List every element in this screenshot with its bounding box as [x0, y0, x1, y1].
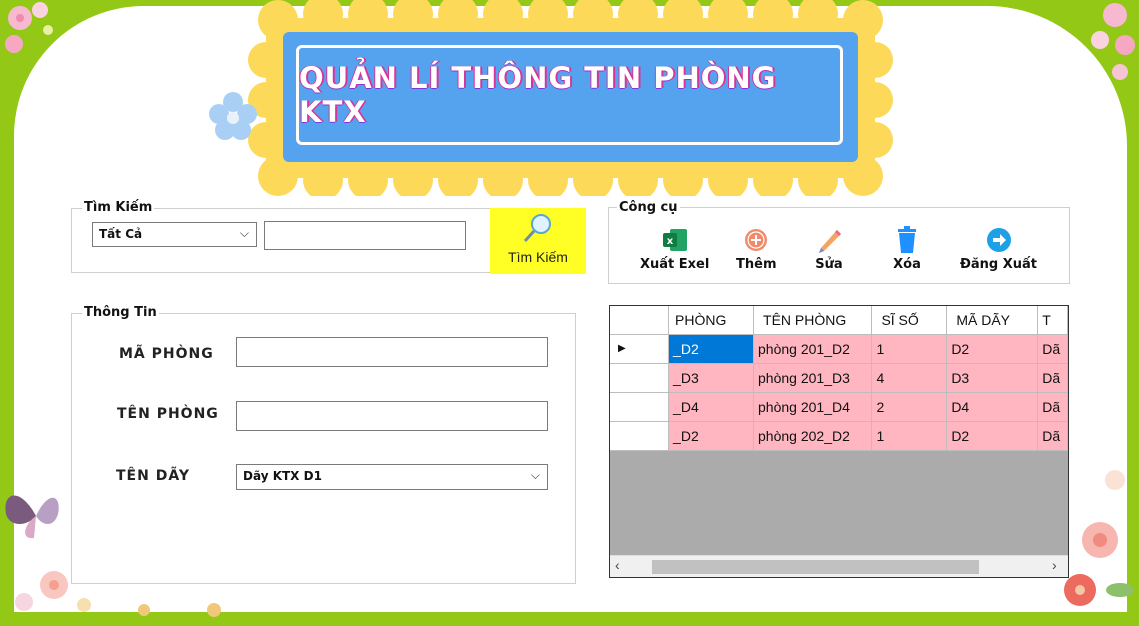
- search-filter-select[interactable]: Tất Cả ⌵: [92, 222, 257, 247]
- search-group-legend: Tìm Kiếm: [82, 200, 155, 215]
- table-cell[interactable]: phòng 201_D2: [753, 334, 873, 364]
- table-row[interactable]: ▶ _D2 phòng 201_D2 1 D2 Dã: [610, 334, 1068, 364]
- table-cell[interactable]: phòng 201_D4: [753, 392, 873, 422]
- table-cell[interactable]: _D4: [668, 392, 755, 422]
- table-cell[interactable]: D3: [946, 363, 1039, 393]
- flower-decoration-bottom-left: [15, 571, 221, 617]
- column-header[interactable]: TÊN PHÒNG: [753, 306, 873, 335]
- add-icon: [742, 226, 770, 254]
- add-button[interactable]: Thêm: [736, 226, 777, 272]
- ma-phong-label: MÃ PHÒNG: [119, 346, 214, 362]
- column-header[interactable]: SĨ SỐ: [871, 306, 948, 335]
- column-header[interactable]: T: [1037, 306, 1068, 335]
- table-cell[interactable]: D4: [946, 392, 1039, 422]
- ma-phong-input[interactable]: [236, 337, 548, 367]
- chevron-down-icon: ⌵: [239, 226, 249, 240]
- search-filter-value: Tất Cả: [99, 227, 143, 241]
- row-header[interactable]: [610, 392, 670, 422]
- flower-icon-blue: [209, 92, 257, 140]
- row-header-corner: [610, 306, 670, 335]
- table-cell[interactable]: _D2: [668, 421, 755, 451]
- logout-button[interactable]: Đăng Xuất: [960, 226, 1037, 272]
- search-icon: [523, 214, 551, 243]
- column-header[interactable]: PHÒNG: [668, 306, 755, 335]
- scroll-left-icon[interactable]: ‹: [615, 557, 620, 573]
- row-header-current[interactable]: ▶: [610, 334, 670, 364]
- excel-icon: x: [661, 226, 689, 254]
- scroll-right-icon[interactable]: ›: [1052, 557, 1057, 573]
- logout-icon: [985, 226, 1013, 254]
- table-cell[interactable]: 1: [871, 421, 948, 451]
- table-cell[interactable]: Dã: [1037, 392, 1068, 422]
- ten-phong-label: TÊN PHÒNG: [117, 406, 219, 422]
- scrollbar-thumb[interactable]: [652, 560, 979, 574]
- search-input[interactable]: [264, 221, 466, 250]
- table-row[interactable]: _D2 phòng 202_D2 1 D2 Dã: [610, 421, 1068, 451]
- info-group-legend: Thông Tin: [82, 305, 159, 320]
- ten-phong-input[interactable]: [236, 401, 548, 431]
- table-cell[interactable]: D2: [946, 421, 1039, 451]
- edit-button[interactable]: Sửa: [815, 226, 843, 272]
- table-cell[interactable]: Dã: [1037, 334, 1068, 364]
- table-cell[interactable]: D2: [946, 334, 1039, 364]
- table-row[interactable]: _D3 phòng 201_D3 4 D3 Dã: [610, 363, 1068, 393]
- column-header[interactable]: MÃ DÃY: [946, 306, 1039, 335]
- export-excel-button[interactable]: x Xuất Exel: [640, 226, 709, 272]
- chevron-down-icon: ⌵: [530, 468, 540, 482]
- table-header-row: PHÒNG TÊN PHÒNG SĨ SỐ MÃ DÃY T: [610, 306, 1068, 335]
- trash-icon: [893, 226, 921, 254]
- ten-day-select[interactable]: Dãy KTX D1 ⌵: [236, 464, 548, 490]
- row-header[interactable]: [610, 363, 670, 393]
- svg-text:x: x: [666, 236, 673, 247]
- ten-day-label: TÊN DÃY: [116, 468, 190, 484]
- room-data-grid[interactable]: PHÒNG TÊN PHÒNG SĨ SỐ MÃ DÃY T ▶ _D2 phò…: [609, 305, 1069, 578]
- table-cell[interactable]: phòng 202_D2: [753, 421, 873, 451]
- table-cell[interactable]: Dã: [1037, 363, 1068, 393]
- delete-button[interactable]: Xóa: [893, 226, 921, 272]
- table-cell[interactable]: _D3: [668, 363, 755, 393]
- pencil-icon: [815, 226, 843, 254]
- table-cell[interactable]: phòng 201_D3: [753, 363, 873, 393]
- room-table: PHÒNG TÊN PHÒNG SĨ SỐ MÃ DÃY T ▶ _D2 phò…: [610, 306, 1068, 451]
- butterfly-decoration: [5, 495, 59, 539]
- row-header[interactable]: [610, 421, 670, 451]
- table-cell[interactable]: _D2: [668, 334, 755, 364]
- table-cell[interactable]: 2: [871, 392, 948, 422]
- table-cell[interactable]: 4: [871, 363, 948, 393]
- search-button[interactable]: Tìm Kiếm: [490, 208, 586, 274]
- table-row[interactable]: _D4 phòng 201_D4 2 D4 Dã: [610, 392, 1068, 422]
- flower-decoration-bottom-right: [1064, 470, 1134, 606]
- ten-day-value: Dãy KTX D1: [243, 469, 322, 483]
- search-button-label: Tìm Kiếm: [508, 249, 568, 265]
- table-cell[interactable]: 1: [871, 334, 948, 364]
- horizontal-scrollbar[interactable]: ‹ ›: [610, 555, 1068, 577]
- page-title: QUẢN LÍ THÔNG TIN PHÒNG KTX: [299, 61, 777, 129]
- tools-group-legend: Công cụ: [617, 200, 680, 215]
- title-frame: QUẢN LÍ THÔNG TIN PHÒNG KTX: [296, 45, 843, 145]
